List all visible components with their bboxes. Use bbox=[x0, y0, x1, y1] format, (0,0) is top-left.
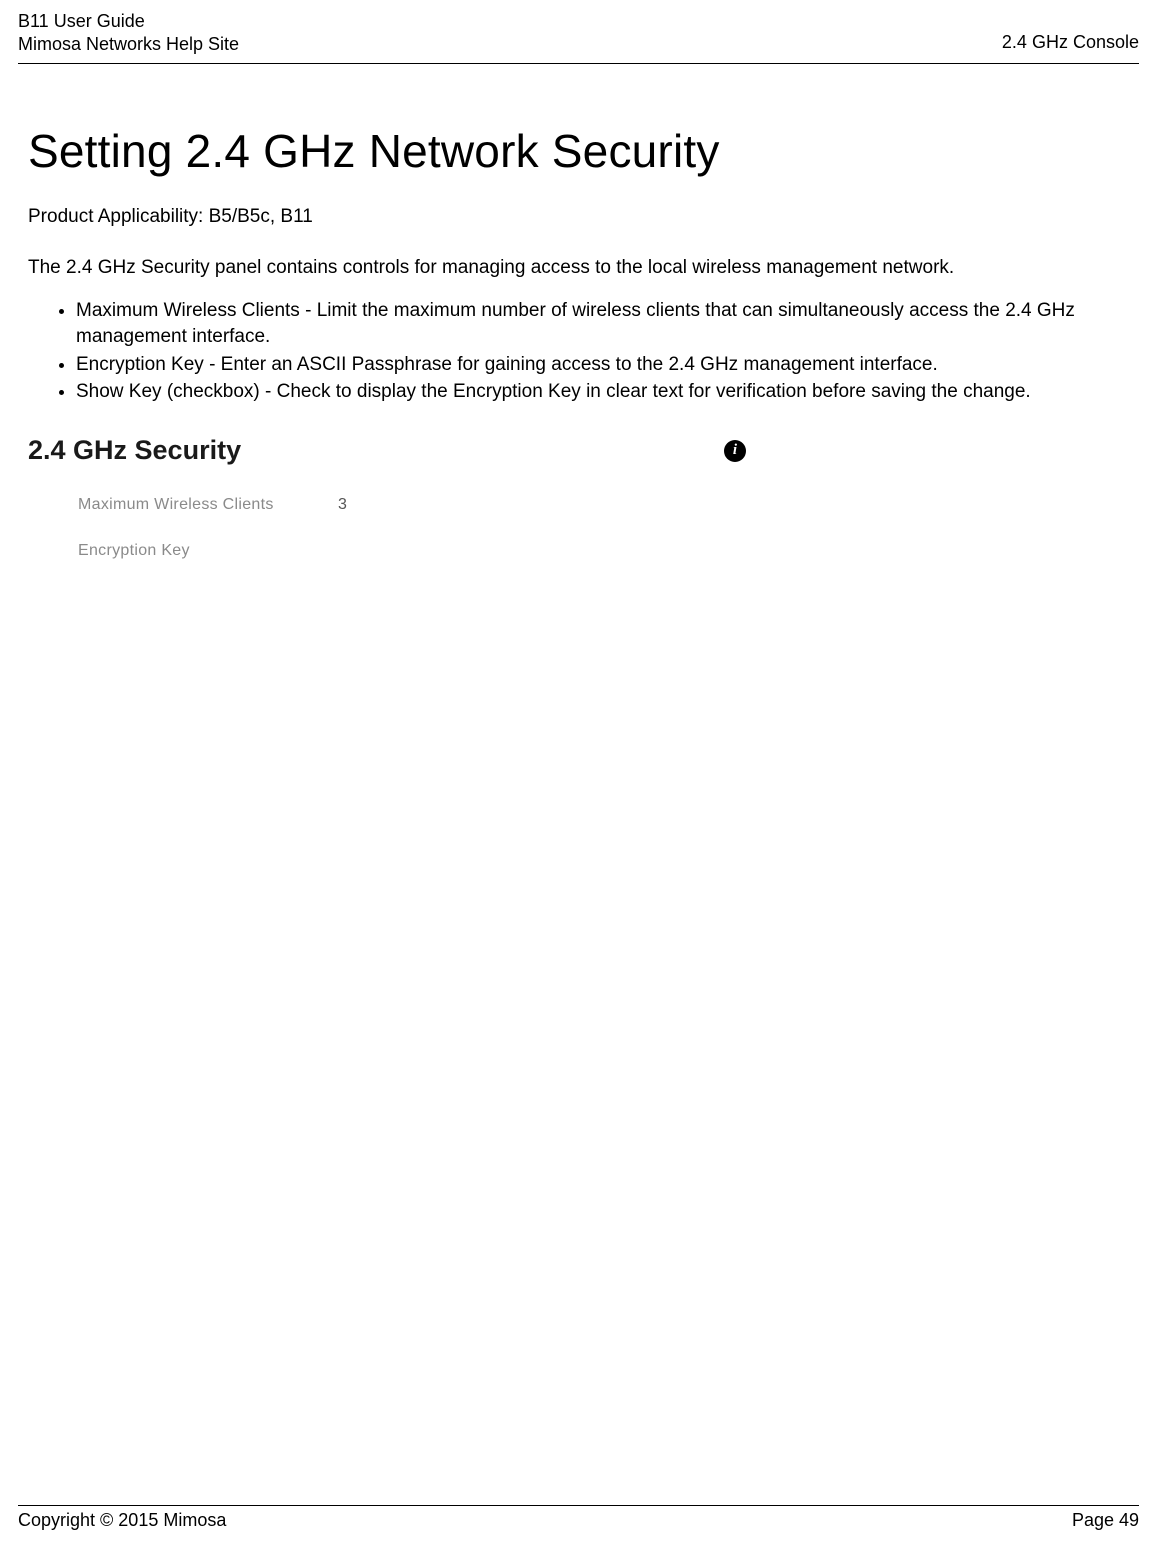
panel-body: Maximum Wireless Clients 3 Encryption Ke… bbox=[28, 466, 758, 560]
header-right: 2.4 GHz Console bbox=[1002, 10, 1139, 53]
main-content: Setting 2.4 GHz Network Security Product… bbox=[0, 64, 1157, 560]
page-footer: Copyright © 2015 Mimosa Page 49 bbox=[0, 1505, 1157, 1531]
security-panel: 2.4 GHz Security i Maximum Wireless Clie… bbox=[28, 435, 758, 560]
max-clients-value[interactable]: 3 bbox=[338, 496, 347, 514]
panel-title-row: 2.4 GHz Security i bbox=[28, 435, 758, 466]
bullet-item: Encryption Key - Enter an ASCII Passphra… bbox=[76, 352, 1129, 378]
footer-row: Copyright © 2015 Mimosa Page 49 bbox=[0, 1510, 1157, 1531]
page-header: B11 User Guide Mimosa Networks Help Site… bbox=[0, 0, 1157, 57]
header-left: B11 User Guide Mimosa Networks Help Site bbox=[18, 10, 239, 57]
form-row-encryption-key: Encryption Key bbox=[78, 542, 758, 560]
info-icon[interactable]: i bbox=[724, 440, 746, 462]
max-clients-label: Maximum Wireless Clients bbox=[78, 496, 338, 514]
form-row-max-clients: Maximum Wireless Clients 3 bbox=[78, 496, 758, 514]
panel-title: 2.4 GHz Security bbox=[28, 435, 241, 466]
page-title: Setting 2.4 GHz Network Security bbox=[28, 124, 1129, 178]
guide-title: B11 User Guide bbox=[18, 10, 239, 33]
feature-bullets: Maximum Wireless Clients - Limit the max… bbox=[28, 298, 1129, 405]
product-applicability: Product Applicability: B5/B5c, B11 bbox=[28, 206, 1129, 228]
help-site-label: Mimosa Networks Help Site bbox=[18, 33, 239, 56]
section-label: 2.4 GHz Console bbox=[1002, 32, 1139, 52]
panel-description: The 2.4 GHz Security panel contains cont… bbox=[28, 256, 1129, 281]
encryption-key-label: Encryption Key bbox=[78, 542, 338, 560]
copyright-label: Copyright © 2015 Mimosa bbox=[18, 1510, 226, 1531]
bullet-item: Show Key (checkbox) - Check to display t… bbox=[76, 379, 1129, 405]
page-number: Page 49 bbox=[1072, 1510, 1139, 1531]
bullet-item: Maximum Wireless Clients - Limit the max… bbox=[76, 298, 1129, 349]
footer-rule bbox=[18, 1505, 1139, 1506]
